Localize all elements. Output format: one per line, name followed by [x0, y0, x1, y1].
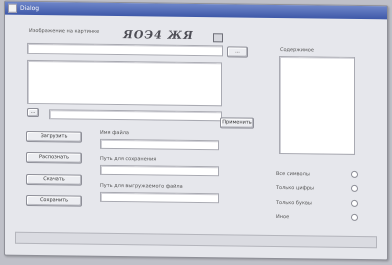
- text-area[interactable]: [27, 59, 222, 107]
- radio-digits[interactable]: [351, 184, 358, 192]
- captcha-image: ЯОЭ4 ЖЯ: [121, 28, 195, 42]
- load-button[interactable]: Загрузить: [26, 130, 82, 143]
- window-title: Dialog: [20, 4, 40, 13]
- save-button[interactable]: Сохранить: [26, 194, 82, 207]
- apply-button[interactable]: Применить: [220, 117, 254, 129]
- result-list[interactable]: [279, 56, 355, 155]
- save-path-label: Путь для сохранения: [100, 155, 157, 163]
- radio-letters[interactable]: [351, 199, 358, 207]
- browse-button[interactable]: ...: [227, 46, 248, 58]
- radio-label-letters: Только буквы: [276, 199, 312, 207]
- save-path-input[interactable]: [100, 164, 219, 177]
- title-bar: Dialog: [5, 1, 387, 20]
- recognize-button[interactable]: Распознать: [26, 151, 82, 164]
- list-label: Содержимое: [280, 47, 314, 54]
- window-icon: [8, 3, 17, 13]
- download-button[interactable]: Скачать: [26, 173, 82, 186]
- status-strip: [15, 231, 377, 249]
- radio-label-digits: Только цифры: [276, 184, 314, 192]
- captcha-input[interactable]: [27, 42, 223, 57]
- radio-label-other: Иное: [276, 213, 290, 221]
- upload-path-label: Путь для выгружаемого файла: [100, 182, 183, 190]
- upload-path-input[interactable]: [100, 191, 219, 204]
- refresh-captcha-icon[interactable]: [213, 33, 223, 43]
- main-window: Dialog Изображение на картинке ЯОЭ4 ЖЯ .…: [4, 0, 388, 261]
- radio-all[interactable]: [351, 170, 358, 178]
- file-name-label: Имя файла: [100, 129, 129, 137]
- image-text-label: Изображение на картинке: [29, 27, 100, 35]
- path-input[interactable]: [49, 109, 222, 122]
- radio-other[interactable]: [351, 213, 358, 221]
- small-browse-button[interactable]: ...: [27, 107, 39, 118]
- radio-label-all: Все символы: [276, 170, 310, 178]
- file-name-input[interactable]: [100, 138, 219, 151]
